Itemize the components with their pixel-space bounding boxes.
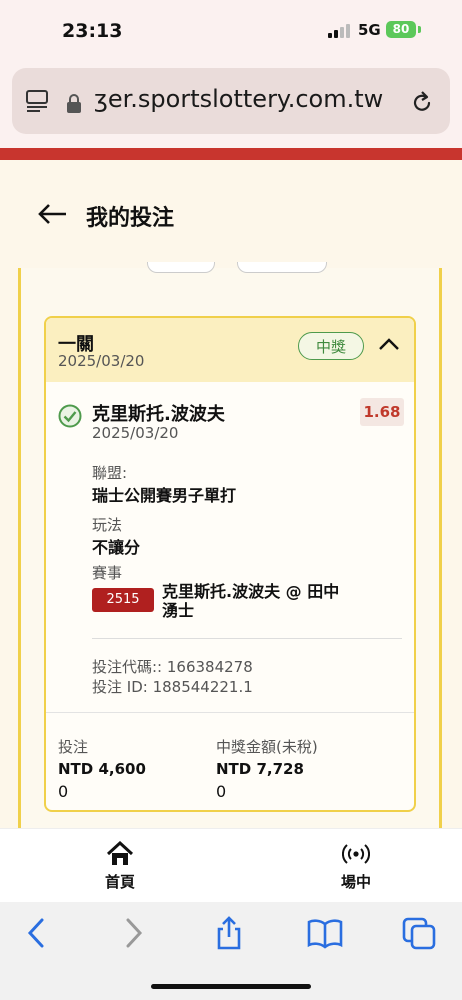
odds-badge: 1.68	[360, 398, 404, 426]
stake-sub: 0	[58, 782, 69, 801]
payout-label: 中獎金額(未稅)	[216, 738, 318, 756]
stake-label: 投注	[58, 738, 89, 756]
market-label: 玩法	[92, 516, 123, 534]
bet-code: 投注代碼:: 166384278	[92, 658, 253, 676]
browser-toolbar	[0, 902, 462, 1000]
address-bar[interactable]: ʒer.sportslottery.com.tw	[12, 68, 450, 134]
forward-icon[interactable]	[118, 916, 148, 950]
brand-stripe	[0, 148, 462, 160]
league-value: 瑞士公開賽男子單打	[92, 486, 237, 505]
page-title: 我的投注	[86, 206, 175, 231]
event-name: 克里斯托.波波夫 @ 田中湧士	[162, 582, 340, 620]
stake-value: NTD 4,600	[58, 760, 146, 778]
reload-icon[interactable]	[410, 90, 434, 114]
back-icon[interactable]	[22, 916, 52, 950]
url-text[interactable]: ʒer.sportslottery.com.tw	[94, 85, 414, 113]
divider	[46, 712, 414, 713]
home-indicator	[151, 984, 311, 989]
home-icon	[106, 841, 134, 865]
reader-icon[interactable]	[26, 90, 48, 112]
signal-icon	[328, 24, 352, 38]
league-label: 聯盟:	[92, 464, 128, 482]
bookmarks-icon[interactable]	[306, 916, 344, 950]
bet-date: 2025/03/20	[58, 352, 145, 370]
battery-tip	[418, 26, 421, 33]
divider	[92, 638, 402, 639]
market-value: 不讓分	[92, 538, 141, 557]
network-type: 5G	[358, 21, 381, 39]
payout-value: NTD 7,728	[216, 760, 304, 778]
filter-tab-partial[interactable]	[237, 262, 327, 273]
page-header: 我的投注	[0, 160, 462, 270]
back-arrow-icon[interactable]	[36, 202, 68, 226]
tabs-icon[interactable]	[402, 916, 438, 950]
nav-item-live[interactable]: 場中	[326, 841, 386, 892]
nav-home-label: 首頁	[104, 873, 135, 891]
selection-date: 2025/03/20	[92, 424, 179, 442]
filter-tab-partial[interactable]	[147, 262, 215, 273]
share-icon[interactable]	[214, 916, 244, 950]
event-code-tag: 2515	[92, 588, 154, 612]
bottom-nav: 首頁 場中	[0, 828, 462, 903]
browser-address-area: ʒer.sportslottery.com.tw	[0, 62, 462, 148]
lock-icon	[67, 94, 81, 113]
live-broadcast-icon	[342, 844, 370, 864]
chevron-up-icon[interactable]	[378, 336, 400, 352]
check-circle-icon	[58, 404, 82, 428]
payout-sub: 0	[216, 782, 227, 801]
status-time: 23:13	[62, 20, 123, 42]
bet-card-header[interactable]: 一關 2025/03/20 中獎	[46, 318, 414, 382]
status-badge: 中獎	[298, 332, 364, 360]
nav-item-home[interactable]: 首頁	[90, 841, 150, 892]
status-bar: 23:13 5G 80	[0, 0, 462, 62]
battery-icon: 80	[386, 21, 416, 38]
selection-name: 克里斯托.波波夫	[92, 404, 225, 425]
bet-card: 一關 2025/03/20 中獎 克里斯托.波波夫 2025/03/20 1.6…	[44, 316, 416, 812]
nav-live-label: 場中	[340, 873, 371, 891]
event-label: 賽事	[92, 564, 123, 582]
bet-id: 投注 ID: 188544221.1	[92, 678, 253, 696]
